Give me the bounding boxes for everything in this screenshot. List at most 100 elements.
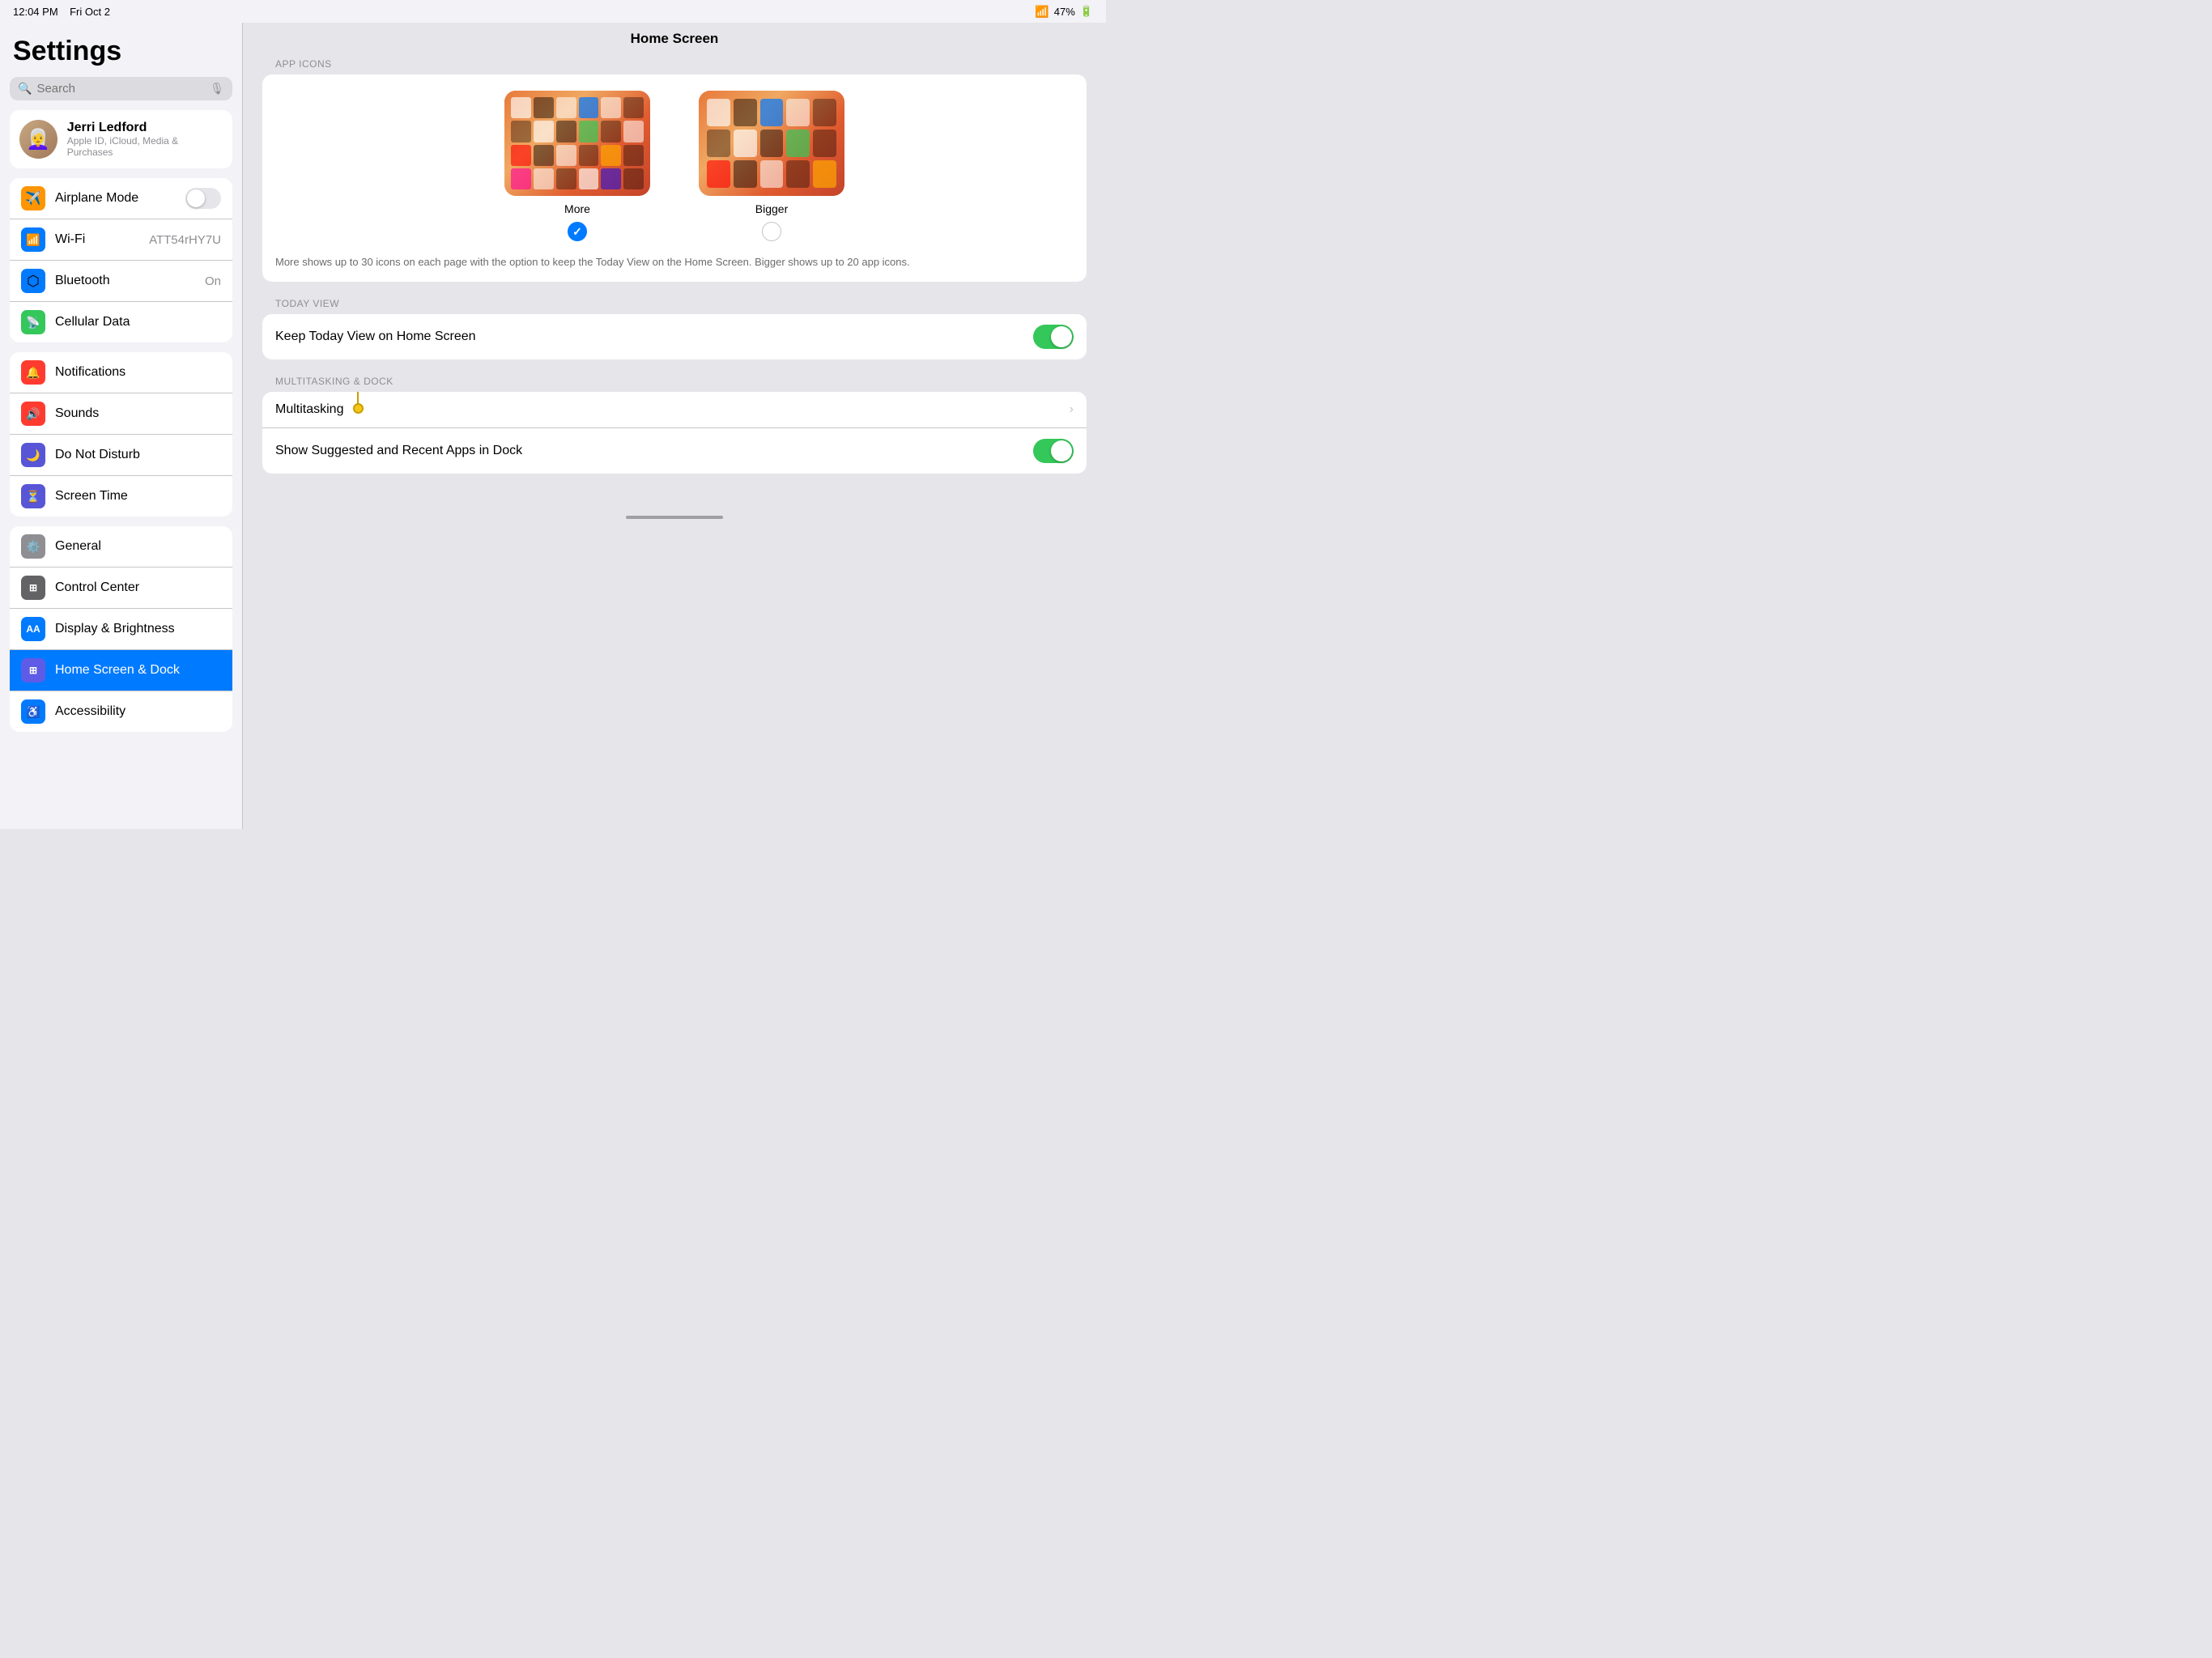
status-indicators: 📶 47% 🔋 <box>1035 5 1093 19</box>
status-time-date: 12:04 PM Fri Oct 2 <box>13 6 110 18</box>
app-icons-card: More <box>262 74 1087 282</box>
controlcenter-icon: ⊞ <box>21 576 45 600</box>
sidebar-item-airplane[interactable]: ✈️ Airplane Mode <box>10 178 232 219</box>
airplane-toggle[interactable] <box>185 188 221 209</box>
keep-today-view-toggle[interactable] <box>1033 325 1074 349</box>
settings-group-alerts: 🔔 Notifications 🔊 Sounds 🌙 Do Not Distur… <box>10 352 232 517</box>
multitasking-label: Multitasking <box>275 402 1060 417</box>
wifi-icon: 📶 <box>1035 5 1049 19</box>
screentime-icon: ⏳ <box>21 484 45 508</box>
callout-line <box>353 392 354 404</box>
settings-group-connectivity: ✈️ Airplane Mode 📶 Wi-Fi ATT54rHY7U ⬡ Bl… <box>10 178 232 342</box>
sidebar-item-bluetooth[interactable]: ⬡ Bluetooth On <box>10 261 232 302</box>
icon-option-bigger[interactable]: Bigger <box>699 91 844 241</box>
keep-today-view-row[interactable]: Keep Today View on Home Screen <box>262 314 1087 359</box>
multitasking-section-label: MULTITASKING & DOCK <box>275 376 1087 387</box>
sidebar-item-notifications[interactable]: 🔔 Notifications <box>10 352 232 393</box>
accessibility-icon: ♿ <box>21 699 45 724</box>
controlcenter-label: Control Center <box>55 580 221 595</box>
main-content: Home Screen APP ICONS <box>243 23 1106 829</box>
bottom-bar <box>243 509 1106 525</box>
today-view-card: Keep Today View on Home Screen <box>262 314 1087 359</box>
notifications-icon: 🔔 <box>21 360 45 385</box>
wifi-settings-icon: 📶 <box>21 227 45 252</box>
general-icon: ⚙️ <box>21 534 45 559</box>
status-time: 12:04 PM <box>13 6 58 18</box>
icon-option-more[interactable]: More <box>504 91 650 241</box>
accessibility-label: Accessibility <box>55 704 221 719</box>
sidebar-item-screentime[interactable]: ⏳ Screen Time <box>10 476 232 517</box>
bluetooth-value: On <box>205 274 221 288</box>
sidebar-item-donotdisturb[interactable]: 🌙 Do Not Disturb <box>10 435 232 476</box>
airplane-label: Airplane Mode <box>55 191 176 206</box>
sidebar-item-displaybrightness[interactable]: AA Display & Brightness <box>10 609 232 650</box>
keep-today-view-label: Keep Today View on Home Screen <box>275 329 1023 344</box>
cellular-icon: 📡 <box>21 310 45 334</box>
main-layout: Settings 🔍 🎙 👩‍🦳 Jerri Ledford Apple ID,… <box>0 23 1106 829</box>
home-indicator <box>626 516 723 519</box>
sidebar-item-cellular[interactable]: 📡 Cellular Data <box>10 302 232 342</box>
icon-preview-bigger <box>699 91 844 196</box>
profile-name: Jerri Ledford <box>67 121 223 135</box>
suggested-apps-row[interactable]: Show Suggested and Recent Apps in Dock <box>262 428 1087 474</box>
profile-subtitle: Apple ID, iCloud, Media & Purchases <box>67 135 223 158</box>
display-label: Display & Brightness <box>55 622 221 636</box>
content-body: APP ICONS <box>243 58 1106 509</box>
bluetooth-label: Bluetooth <box>55 274 195 288</box>
donotdisturb-icon: 🌙 <box>21 443 45 467</box>
search-input[interactable] <box>36 82 205 96</box>
today-view-section-label: TODAY VIEW <box>275 298 1087 309</box>
settings-group-display: ⚙️ General ⊞ Control Center AA Display &… <box>10 526 232 732</box>
sidebar-item-wifi[interactable]: 📶 Wi-Fi ATT54rHY7U <box>10 219 232 261</box>
sidebar-item-homescreen[interactable]: ⊞ Home Screen & Dock <box>10 650 232 691</box>
battery-icon: 🔋 <box>1080 5 1093 18</box>
sidebar-title: Settings <box>0 23 242 74</box>
search-bar[interactable]: 🔍 🎙 <box>10 77 232 100</box>
status-date: Fri Oct 2 <box>70 6 110 18</box>
sidebar-item-accessibility[interactable]: ♿ Accessibility <box>10 691 232 732</box>
sidebar-item-general[interactable]: ⚙️ General <box>10 526 232 568</box>
sidebar-item-controlcenter[interactable]: ⊞ Control Center <box>10 568 232 609</box>
suggested-apps-toggle-thumb <box>1051 440 1072 461</box>
multitasking-row[interactable]: Multitasking Multitasking › <box>262 392 1087 428</box>
app-icons-section-label: APP ICONS <box>275 58 1087 70</box>
app-icons-row: More <box>262 74 1087 254</box>
keep-today-view-toggle-thumb <box>1051 326 1072 347</box>
microphone-icon: 🎙 <box>210 82 224 96</box>
icon-preview-more <box>504 91 650 196</box>
wifi-label: Wi-Fi <box>55 232 139 247</box>
sounds-label: Sounds <box>55 406 221 421</box>
search-icon: 🔍 <box>18 82 32 96</box>
suggested-apps-toggle[interactable] <box>1033 439 1074 463</box>
status-bar: 12:04 PM Fri Oct 2 📶 47% 🔋 <box>0 0 1106 23</box>
suggested-apps-label: Show Suggested and Recent Apps in Dock <box>275 444 1023 458</box>
sounds-icon: 🔊 <box>21 402 45 426</box>
profile-info: Jerri Ledford Apple ID, iCloud, Media & … <box>67 121 223 158</box>
general-label: General <box>55 539 221 554</box>
multitasking-chevron: › <box>1070 402 1074 417</box>
more-radio[interactable] <box>568 222 587 241</box>
airplane-icon: ✈️ <box>21 186 45 210</box>
callout-dot <box>353 403 364 414</box>
battery-indicator: 47% <box>1054 6 1075 18</box>
sidebar-item-sounds[interactable]: 🔊 Sounds <box>10 393 232 435</box>
app-icons-description: More shows up to 30 icons on each page w… <box>262 254 1087 282</box>
homescreen-label: Home Screen & Dock <box>55 663 221 678</box>
profile-section[interactable]: 👩‍🦳 Jerri Ledford Apple ID, iCloud, Medi… <box>10 110 232 168</box>
wifi-value: ATT54rHY7U <box>149 233 221 247</box>
avatar: 👩‍🦳 <box>19 120 57 159</box>
cellular-label: Cellular Data <box>55 315 221 329</box>
sidebar: Settings 🔍 🎙 👩‍🦳 Jerri Ledford Apple ID,… <box>0 23 243 829</box>
notifications-label: Notifications <box>55 365 221 380</box>
homescreen-icon: ⊞ <box>21 658 45 682</box>
bigger-label: Bigger <box>755 202 788 215</box>
multitasking-card: Multitasking Multitasking › <box>262 392 1087 474</box>
display-icon: AA <box>21 617 45 641</box>
bigger-radio[interactable] <box>762 222 781 241</box>
screentime-label: Screen Time <box>55 489 221 504</box>
airplane-toggle-thumb <box>187 189 205 207</box>
more-label: More <box>564 202 590 215</box>
bluetooth-icon: ⬡ <box>21 269 45 293</box>
page-title: Home Screen <box>631 31 719 47</box>
donotdisturb-label: Do Not Disturb <box>55 448 221 462</box>
